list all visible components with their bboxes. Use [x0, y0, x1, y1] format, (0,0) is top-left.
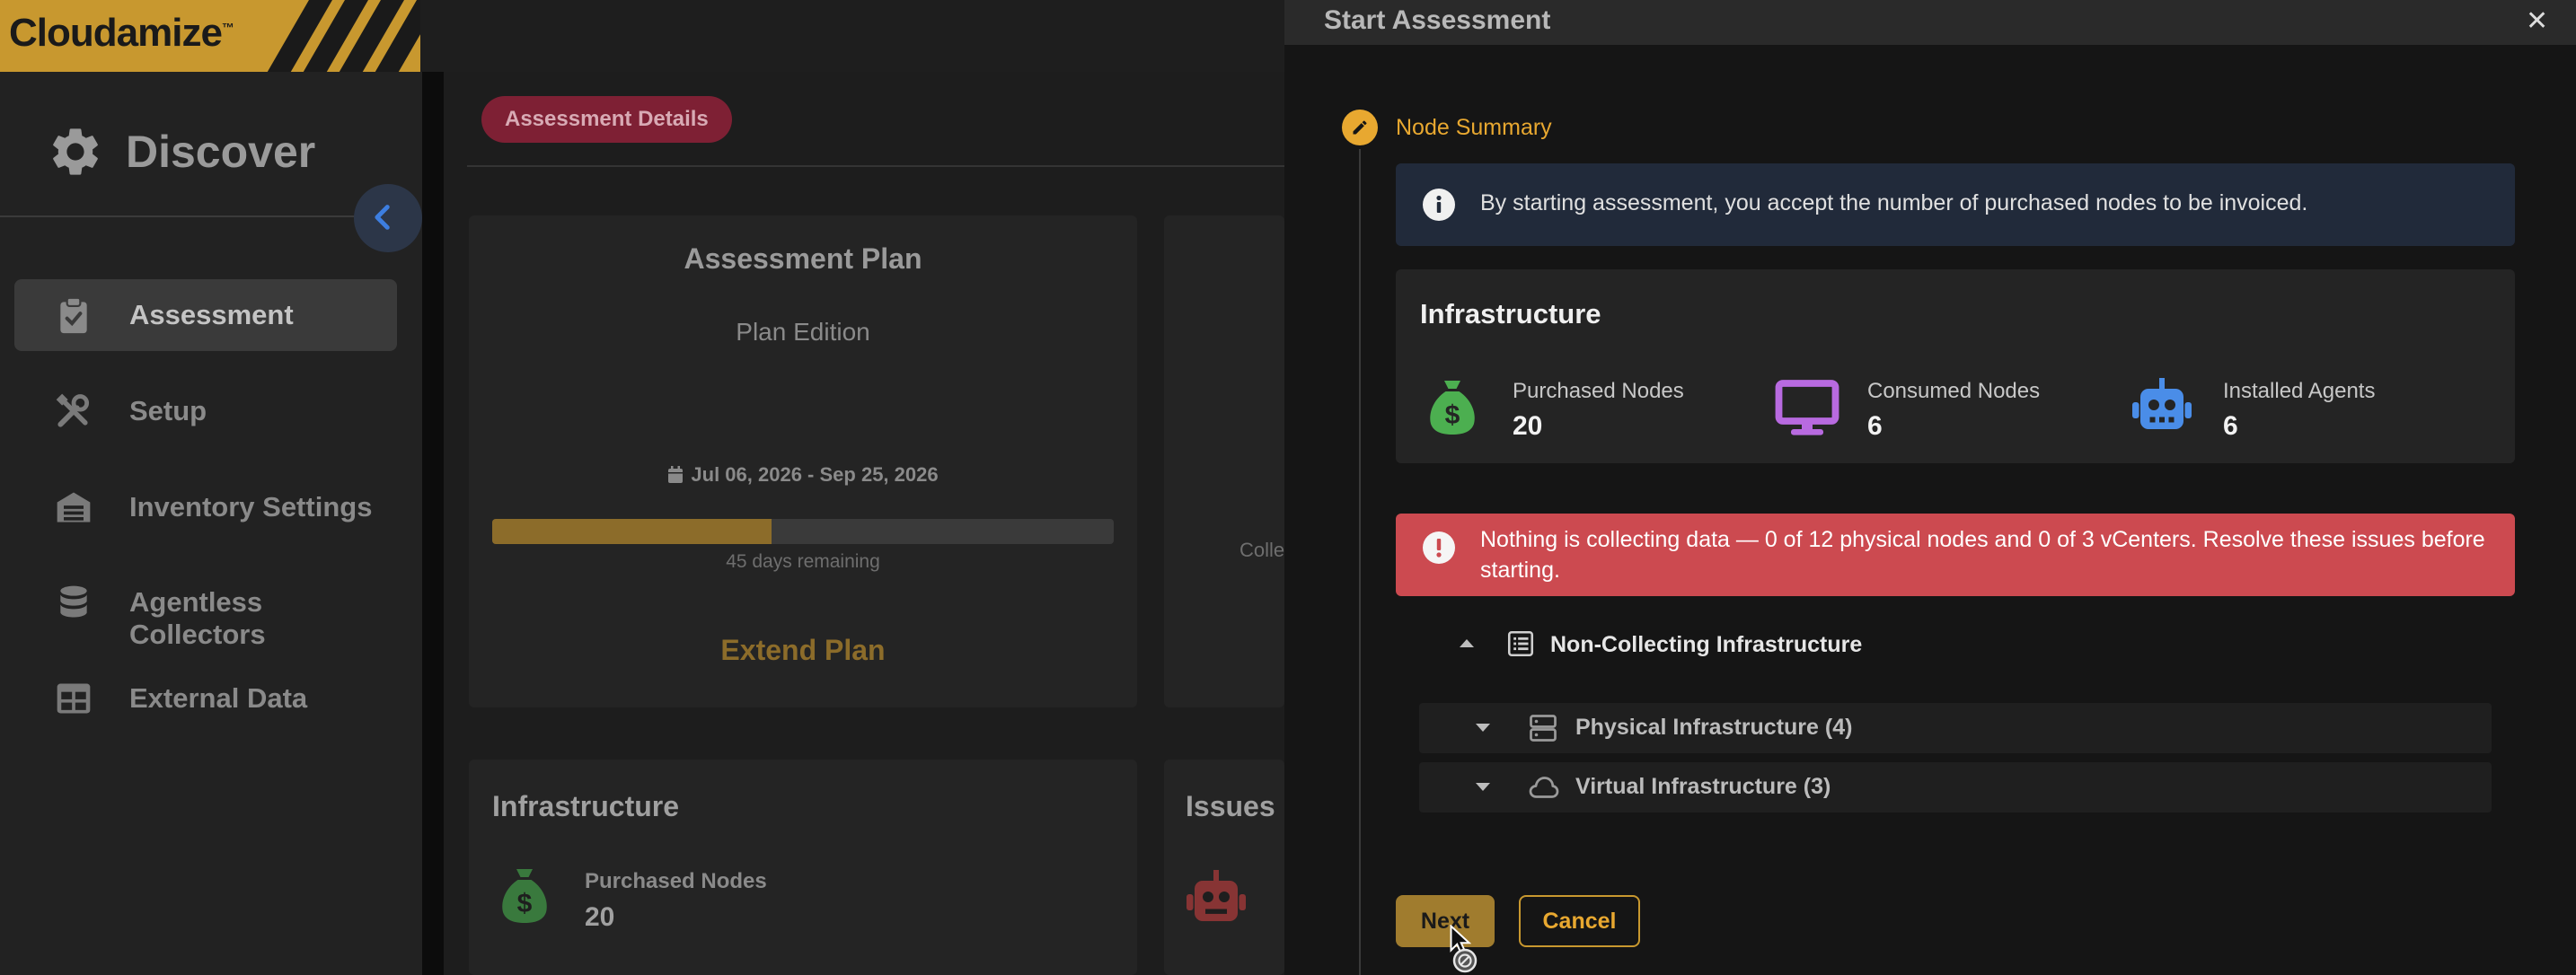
sidebar-title: Discover	[126, 127, 316, 177]
tree-item-label: Virtual Infrastructure (3)	[1575, 774, 1831, 799]
consumed-nodes-value: 6	[1867, 411, 1883, 441]
sidebar-item-setup[interactable]: Setup	[14, 375, 397, 447]
installed-agents-value: 6	[2223, 411, 2238, 441]
purchased-nodes-label: Purchased Nodes	[585, 869, 767, 893]
step-connector	[1359, 149, 1361, 975]
purchased-nodes-value: 20	[1513, 411, 1543, 441]
days-remaining: 45 days remaining	[726, 551, 880, 572]
caret-down-icon	[1476, 783, 1490, 791]
sidebar-item-label: External Data	[129, 682, 308, 714]
logo-text: Cloudamize™	[9, 11, 234, 55]
alert-icon	[1423, 531, 1455, 564]
tree-item-label: Physical Infrastructure (4)	[1575, 715, 1853, 740]
tree-item-physical-infrastructure[interactable]: Physical Infrastructure (4)	[1419, 703, 2492, 753]
plan-progress-fill	[492, 519, 772, 544]
sidebar-item-assessment[interactable]: Assessment	[14, 279, 397, 351]
info-glyph	[1436, 195, 1442, 213]
secondary-card	[1164, 215, 1284, 707]
plan-edition: Plan Edition	[736, 318, 870, 346]
caret-down-icon	[1476, 724, 1490, 732]
tab-assessment-details[interactable]: Assessment Details	[481, 96, 732, 143]
sidebar-item-label: Assessment	[129, 299, 294, 330]
installed-agents-label: Installed Agents	[2223, 379, 2376, 403]
chevron-left-icon	[375, 205, 390, 230]
not-allowed-icon	[1452, 948, 1478, 973]
money-bag-icon: $	[1430, 381, 1475, 435]
tree-root-label[interactable]: Non-Collecting Infrastructure	[1550, 632, 1862, 658]
sidebar-item-agentless-collectors[interactable]: Agentless Collectors	[14, 567, 397, 650]
partial-card-text: Colle	[1239, 539, 1285, 561]
header-divider	[467, 165, 1284, 167]
logo[interactable]: Cloudamize™	[0, 0, 420, 72]
table-icon	[57, 683, 91, 714]
server-icon	[1530, 715, 1557, 742]
start-assessment-modal	[1284, 0, 2576, 975]
sidebar-item-label: Setup	[129, 395, 207, 426]
clipboard-check-icon	[60, 296, 87, 334]
monitor-icon	[1775, 380, 1839, 435]
info-icon	[1423, 189, 1455, 221]
exclamation-glyph	[1436, 539, 1442, 558]
purchased-nodes-label: Purchased Nodes	[1513, 379, 1684, 403]
panel-separator	[422, 72, 444, 975]
robot-icon	[1187, 870, 1246, 921]
svg-text:$: $	[517, 889, 533, 918]
collapse-caret[interactable]	[1451, 628, 1482, 659]
plan-progress-bar	[492, 519, 1114, 544]
infrastructure-title: Infrastructure	[492, 790, 680, 822]
error-message: Nothing is collecting data — 0 of 12 phy…	[1480, 527, 2485, 583]
money-bag-icon: $	[502, 869, 547, 923]
sidebar-item-label: Agentless Collectors	[129, 586, 266, 650]
modal-infrastructure-title: Infrastructure	[1420, 298, 1601, 329]
step-label: Node Summary	[1396, 115, 1552, 140]
close-icon[interactable]: ✕	[2526, 5, 2548, 37]
caret-up-icon	[1460, 639, 1474, 647]
modal-title: Start Assessment	[1324, 5, 1551, 35]
cancel-button[interactable]: Cancel	[1519, 895, 1640, 947]
sidebar-item-external-data[interactable]: External Data	[14, 663, 397, 734]
info-message: By starting assessment, you accept the n…	[1480, 190, 2308, 215]
extend-plan-link[interactable]: Extend Plan	[469, 634, 1137, 667]
robot-icon	[2132, 378, 2192, 429]
warehouse-icon	[57, 492, 91, 523]
next-button[interactable]: Next	[1396, 895, 1495, 947]
plan-dates: Jul 06, 2026 - Sep 25, 2026	[469, 463, 1137, 487]
consumed-nodes-label: Consumed Nodes	[1867, 379, 2041, 403]
sidebar-item-inventory-settings[interactable]: Inventory Settings	[14, 471, 397, 543]
calendar-icon	[668, 466, 684, 483]
collapse-sidebar-button[interactable]	[354, 184, 422, 252]
list-icon	[1507, 630, 1534, 657]
pencil-icon	[1353, 120, 1367, 135]
database-icon	[60, 585, 87, 618]
svg-text:$: $	[1445, 400, 1460, 430]
cloud-icon	[1529, 777, 1559, 798]
tree-item-virtual-infrastructure[interactable]: Virtual Infrastructure (3)	[1419, 762, 2492, 812]
gear-icon	[53, 128, 98, 175]
sidebar-item-label: Inventory Settings	[129, 491, 373, 523]
tools-icon	[56, 393, 90, 427]
purchased-nodes-value: 20	[585, 902, 615, 932]
step-indicator	[1342, 110, 1378, 145]
plan-title: Assessment Plan	[684, 242, 922, 275]
issues-title: Issues	[1186, 790, 1275, 822]
sidebar-divider	[0, 215, 386, 217]
